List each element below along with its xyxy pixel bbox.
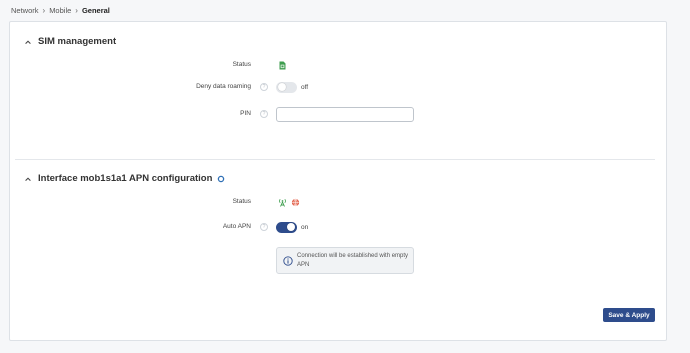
chevron-right-icon: › [42, 5, 46, 15]
sim-section-header[interactable]: SIM management [24, 36, 116, 47]
breadcrumb-general: General [81, 5, 110, 15]
apn-info-box: Connection will be established with empt… [276, 247, 414, 274]
apn-info-text: Connection will be established with empt… [297, 253, 409, 268]
sim-status-row: Status [10, 57, 666, 73]
pin-input[interactable] [276, 107, 414, 122]
pin-label: PIN [240, 110, 251, 117]
section-divider [15, 159, 655, 160]
chevron-up-icon[interactable] [24, 175, 32, 183]
breadcrumb-mobile[interactable]: Mobile [49, 6, 71, 15]
deny-roaming-row: Deny data roaming ? off [10, 79, 666, 95]
breadcrumb-network[interactable]: Network [11, 6, 39, 15]
help-icon[interactable]: ? [260, 223, 268, 231]
save-apply-button[interactable]: Save & Apply [603, 308, 655, 322]
chevron-right-icon: › [75, 5, 78, 15]
auto-apn-row: Auto APN ? on [10, 219, 666, 235]
settings-card: SIM management Status Deny data roaming … [9, 21, 667, 341]
auto-apn-toggle[interactable] [276, 221, 297, 233]
sim-card-icon [279, 61, 286, 69]
auto-apn-value: on [301, 223, 309, 231]
deny-roaming-toggle[interactable] [276, 81, 297, 93]
deny-roaming-label: Deny data roaming [196, 83, 251, 90]
apn-section-title: Interface mob1s1a1 APN configuration [38, 173, 213, 184]
chevron-up-icon[interactable] [24, 38, 32, 46]
help-icon[interactable]: ? [260, 110, 268, 118]
signal-tower-icon [279, 198, 286, 207]
help-icon[interactable]: ? [260, 83, 268, 91]
deny-roaming-value: off [301, 83, 309, 91]
apn-section-header[interactable]: Interface mob1s1a1 APN configuration [24, 173, 225, 184]
apn-status-label: Status [232, 198, 251, 205]
auto-apn-label: Auto APN [222, 223, 251, 230]
info-icon [283, 256, 293, 266]
sim-status-label: Status [232, 61, 251, 68]
globe-icon [291, 198, 300, 206]
status-dot-icon [218, 175, 225, 182]
sim-section-title: SIM management [38, 36, 117, 47]
toggle-knob [287, 223, 295, 231]
toggle-knob [278, 83, 286, 91]
apn-status-row: Status [10, 194, 666, 210]
breadcrumb: Network › Mobile › General [11, 4, 110, 16]
